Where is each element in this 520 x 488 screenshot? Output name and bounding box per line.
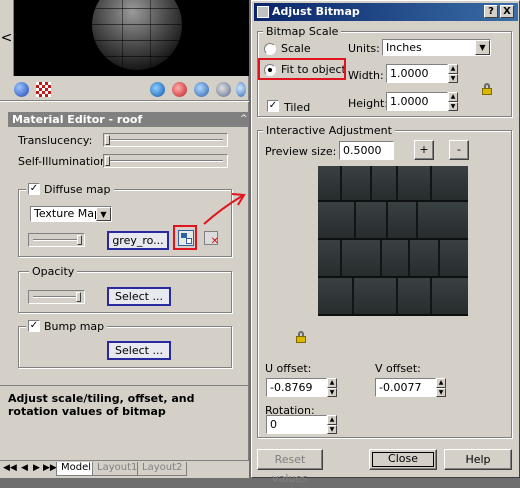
prev-tab-icon[interactable]: ◀ <box>21 463 28 473</box>
diffuse-file-button[interactable]: grey_ro... <box>107 231 169 250</box>
material-toolbar <box>10 80 246 100</box>
chevron-down-icon[interactable]: ▼ <box>475 40 490 55</box>
layout-tabs: ◀◀ ◀ ▶ ▶▶ Model Layout1 Layout2 <box>0 460 249 478</box>
interactive-adjustment-title: Interactive Adjustment <box>263 124 395 137</box>
chevron-down-icon[interactable]: ▼ <box>96 207 111 221</box>
adjust-bitmap-dialog: Adjust Bitmap ? X Bitmap Scale Scale Fit… <box>251 0 520 485</box>
preview-zoom-out-button[interactable]: - <box>449 140 469 160</box>
preview-size-label: Preview size: <box>265 145 337 158</box>
hint-text: Adjust scale/tiling, offset, and rotatio… <box>8 392 195 418</box>
bitmap-scale-title: Bitmap Scale <box>263 25 342 38</box>
self-illumination-label: Self-Illumination: <box>18 155 111 168</box>
diffuse-map-checkbox[interactable]: ✓ <box>28 183 40 195</box>
height-spinner[interactable]: ▲ ▼ <box>448 92 458 111</box>
diffuse-map-title: ✓ Diffuse map <box>26 183 114 196</box>
rotation-spinner[interactable]: ▲ ▼ <box>327 415 337 434</box>
width-spinner[interactable]: ▲ ▼ <box>448 64 458 83</box>
scale-label: Scale <box>281 42 311 55</box>
checker-icon-2[interactable] <box>236 82 246 97</box>
material-editor-panel: < Material Editor - roof ^ Translucency:… <box>0 0 249 478</box>
tab-model[interactable]: Model <box>56 462 97 476</box>
assign-material-icon[interactable] <box>194 82 209 97</box>
diffuse-strength-slider[interactable] <box>28 233 85 247</box>
close-title-button[interactable]: X <box>500 5 514 18</box>
rotation-input[interactable]: 0 <box>266 415 327 434</box>
collapse-chevron-icon[interactable]: ^ <box>240 114 248 124</box>
map-type-select[interactable]: Texture Map ▼ <box>30 206 112 222</box>
u-offset-label: U offset: <box>265 362 312 375</box>
last-tab-icon[interactable]: ▶▶ <box>43 463 57 473</box>
height-label: Height: <box>348 97 389 110</box>
bump-select-button[interactable]: Select ... <box>107 341 171 360</box>
tiled-checkbox[interactable]: ✓ <box>267 100 279 112</box>
reset-values-button[interactable]: Reset values <box>257 449 323 485</box>
bump-map-title: ✓ Bump map <box>26 320 108 333</box>
offset-lock-icon[interactable] <box>296 331 306 343</box>
get-material-icon[interactable] <box>150 82 165 97</box>
preview-size-input[interactable]: 0.5000 <box>339 141 394 160</box>
next-tab-icon[interactable]: ▶ <box>33 463 40 473</box>
sphere-sample-icon[interactable] <box>14 82 29 97</box>
material-editor-title: Material Editor - roof <box>8 112 248 127</box>
v-offset-input[interactable]: -0.0077 <box>375 378 436 397</box>
bitmap-preview[interactable] <box>318 166 468 316</box>
u-offset-input[interactable]: -0.8769 <box>266 378 327 397</box>
dialog-title: Adjust Bitmap <box>272 5 360 18</box>
preview-zoom-in-button[interactable]: + <box>414 140 434 160</box>
units-select[interactable]: Inches ▼ <box>382 39 491 56</box>
opacity-title: Opacity <box>29 265 78 278</box>
preview-nav-left-button[interactable]: < <box>0 0 14 76</box>
scale-radio[interactable] <box>264 43 276 55</box>
highlight-adjust-bitmap <box>173 225 197 250</box>
height-input[interactable]: 1.0000 <box>386 92 448 111</box>
annotation-arrow <box>203 193 246 225</box>
delete-material-icon[interactable] <box>172 82 187 97</box>
lock-icon[interactable] <box>482 83 492 95</box>
material-preview: < <box>0 0 249 76</box>
slider-thumb[interactable] <box>77 235 82 245</box>
close-button[interactable]: Close <box>369 449 437 470</box>
bump-map-checkbox[interactable]: ✓ <box>28 320 40 332</box>
v-offset-label: V offset: <box>375 362 421 375</box>
material-sphere-preview <box>92 0 182 70</box>
v-offset-spinner[interactable]: ▲ ▼ <box>436 378 446 397</box>
slider-thumb[interactable] <box>105 156 110 166</box>
width-label: Width: <box>348 69 384 82</box>
translucency-slider[interactable] <box>103 133 228 147</box>
opacity-slider[interactable] <box>28 290 85 304</box>
first-tab-icon[interactable]: ◀◀ <box>3 463 17 473</box>
help-button[interactable]: Help <box>444 449 512 470</box>
dialog-title-bar: Adjust Bitmap ? X <box>254 3 518 21</box>
u-offset-spinner[interactable]: ▲ ▼ <box>327 378 337 397</box>
help-title-button[interactable]: ? <box>484 5 498 18</box>
tab-layout1[interactable]: Layout1 <box>92 462 143 476</box>
checker-background-icon[interactable] <box>36 82 51 97</box>
translucency-label: Translucency: <box>18 134 93 147</box>
highlight-fit-to-object <box>258 58 346 80</box>
tab-layout2[interactable]: Layout2 <box>137 462 188 476</box>
width-input[interactable]: 1.0000 <box>386 64 448 83</box>
slider-thumb[interactable] <box>76 292 81 302</box>
units-label: Units: <box>348 42 380 55</box>
opacity-select-button[interactable]: Select ... <box>107 287 171 306</box>
tiled-label: Tiled <box>284 101 311 114</box>
material-options-icon[interactable] <box>216 82 231 97</box>
app-icon <box>257 6 269 18</box>
slider-thumb[interactable] <box>105 135 110 145</box>
self-illumination-slider[interactable] <box>103 154 228 168</box>
